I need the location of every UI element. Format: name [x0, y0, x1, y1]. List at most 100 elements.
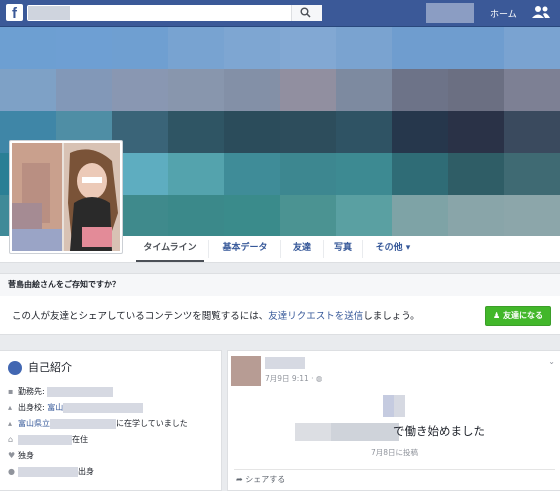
- workplace-name-redacted: [331, 423, 399, 441]
- post-author-name-redacted[interactable]: [265, 357, 305, 369]
- facebook-logo[interactable]: f: [6, 4, 23, 21]
- add-friend-text-before: この人が友達とシェアしているコンテンツを閲覧するには、: [12, 311, 269, 322]
- tab-more[interactable]: その他 ▾: [367, 236, 419, 262]
- life-event-text: で働き始めました: [393, 424, 485, 438]
- cover-mosaic-tile: [280, 27, 336, 69]
- post-author-avatar[interactable]: [231, 356, 261, 386]
- relationship-status: 独身: [18, 451, 34, 460]
- cover-mosaic-tile: [504, 111, 560, 153]
- workplace-redacted[interactable]: [47, 386, 114, 397]
- city-redacted[interactable]: [18, 434, 72, 445]
- school-link[interactable]: 富山: [47, 403, 63, 412]
- tab-divider: [362, 240, 363, 258]
- cover-mosaic-tile: [336, 27, 392, 69]
- friend-suggestion-header: 菅島由絵さんをご存知ですか？: [0, 273, 560, 298]
- cover-mosaic-tile: [504, 27, 560, 69]
- cover-mosaic-tile: [504, 153, 560, 195]
- cover-mosaic-tile: [224, 69, 280, 111]
- cover-mosaic-tile: [112, 27, 168, 69]
- intro-from: ● 出身: [8, 466, 94, 478]
- home-link[interactable]: ホーム: [490, 7, 517, 20]
- tab-about[interactable]: 基本データ: [212, 236, 278, 262]
- cover-mosaic-tile: [448, 111, 504, 153]
- cover-mosaic-tile: [504, 69, 560, 111]
- cover-mosaic-tile: [504, 195, 560, 236]
- add-friend-panel: この人が友達とシェアしているコンテンツを閲覧するには、友達リクエストを送信しまし…: [0, 296, 560, 335]
- cover-mosaic-tile: [336, 153, 392, 195]
- user-profile-link[interactable]: [426, 3, 474, 23]
- share-label: シェアする: [245, 475, 286, 484]
- intro-education: ▴ 出身校: 富山: [8, 402, 144, 414]
- cover-mosaic-tile: [56, 69, 112, 111]
- cover-mosaic-tile: [224, 153, 280, 195]
- briefcase-icon: ▪: [8, 387, 14, 396]
- add-friend-button-label: 友達になる: [502, 311, 543, 320]
- intro-relationship: ♥ 独身: [8, 450, 34, 462]
- share-arrow-icon: ➦: [236, 475, 246, 484]
- home-icon: ⌂: [8, 435, 14, 444]
- cover-mosaic-tile: [336, 69, 392, 111]
- life-event-date: 7月8日に投稿: [370, 448, 419, 457]
- cover-mosaic-tile: [280, 153, 336, 195]
- high-school-redacted[interactable]: [50, 418, 116, 429]
- cover-mosaic-tile: [392, 69, 448, 111]
- cover-mosaic-tile: [448, 69, 504, 111]
- location-pin-icon: ●: [8, 467, 15, 476]
- cover-mosaic-tile: [392, 111, 448, 153]
- tab-photos[interactable]: 写真: [326, 236, 360, 262]
- education-prefix: 出身校:: [18, 403, 48, 412]
- lives-suffix: 在住: [72, 435, 88, 444]
- cover-mosaic-tile: [392, 27, 448, 69]
- tab-divider: [323, 240, 324, 258]
- cover-mosaic-tile: [168, 153, 224, 195]
- send-friend-request-link[interactable]: 友達リクエストを送信: [268, 311, 363, 322]
- cover-mosaic-tile: [224, 195, 280, 236]
- cover-mosaic-tile: [448, 153, 504, 195]
- graduation-cap-icon: ▴: [8, 403, 13, 412]
- cover-mosaic-tile: [0, 27, 56, 69]
- cover-mosaic-tile: [280, 111, 336, 153]
- school-name-redacted[interactable]: [63, 402, 144, 413]
- add-friend-button[interactable]: ♟︎ 友達になる: [485, 306, 551, 326]
- tab-divider: [208, 240, 209, 258]
- tab-divider: [280, 240, 281, 258]
- life-event-icon-detail: [383, 395, 394, 417]
- from-suffix: 出身: [78, 467, 94, 476]
- cover-mosaic-tile: [392, 153, 448, 195]
- cover-mosaic-tile: [0, 69, 56, 111]
- intro-header: 自己紹介: [8, 359, 72, 375]
- search-button[interactable]: [291, 5, 322, 21]
- cover-mosaic-tile: [168, 27, 224, 69]
- profile-picture-image: [12, 143, 120, 251]
- hometown-redacted[interactable]: [18, 466, 78, 477]
- chevron-down-icon[interactable]: ⌄: [548, 357, 555, 366]
- cover-mosaic-tile: [56, 27, 112, 69]
- search-query-redacted: [28, 6, 70, 20]
- search-icon: [300, 7, 311, 21]
- friend-suggestion-question: 菅島由絵さんをご存知ですか？: [8, 280, 120, 289]
- top-navigation-bar: f ホーム: [0, 0, 560, 27]
- high-school-link[interactable]: 富山県立: [18, 419, 50, 428]
- intro-work: ▪ 勤務先:: [8, 386, 114, 398]
- profile-picture[interactable]: [9, 140, 123, 254]
- graduation-cap-icon: ▴: [8, 419, 13, 428]
- timeline-post: 7月9日 9:11 · ◍ ⌄ で働き始めました 7月8日に投稿 ➦ シェアする: [227, 350, 560, 491]
- public-globe-icon: ◍: [315, 374, 323, 383]
- add-friend-message: この人が友達とシェアしているコンテンツを閲覧するには、友達リクエストを送信しまし…: [12, 308, 420, 322]
- heart-icon: ♥: [8, 451, 16, 460]
- intro-lives-in: ⌂ 在住: [8, 434, 88, 446]
- post-timestamp[interactable]: 7月9日 9:11 · ◍: [265, 373, 322, 384]
- cover-mosaic-tile: [336, 111, 392, 153]
- cover-mosaic-tile: [392, 195, 448, 236]
- tab-timeline[interactable]: タイムライン: [136, 236, 204, 262]
- add-friend-text-after: しましょう。: [363, 311, 420, 322]
- intro-card: 自己紹介 ▪ 勤務先: ▴ 出身校: 富山 ▴ 富山県立 に在学していました ⌂ 在住 ♥…: [0, 350, 222, 491]
- tab-friends[interactable]: 友達: [283, 236, 321, 262]
- search-box[interactable]: [27, 5, 322, 21]
- cover-mosaic-tile: [280, 195, 336, 236]
- post-date-text: 7月9日 9:11 ·: [265, 374, 316, 383]
- globe-icon: [8, 361, 22, 375]
- post-divider: [234, 469, 555, 470]
- friends-icon[interactable]: [532, 5, 550, 22]
- share-button[interactable]: ➦ シェアする: [236, 474, 285, 485]
